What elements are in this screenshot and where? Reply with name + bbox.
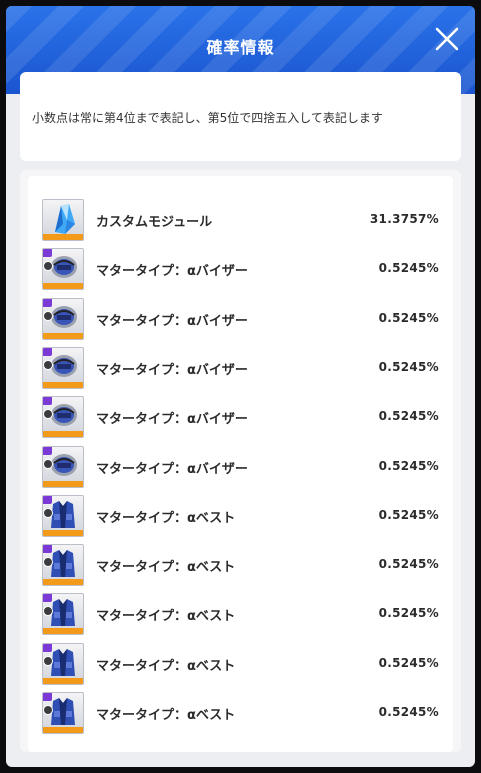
- item-name: マタータイプ：αバイザー: [96, 461, 248, 477]
- vest-icon: [42, 544, 84, 587]
- visor-icon: [42, 396, 84, 439]
- item-rate: 0.5245%: [378, 606, 439, 621]
- item-name: マタータイプ：αベスト: [96, 708, 236, 723]
- item-name: マタータイプ：αバイザー: [96, 362, 248, 378]
- rarity-bar: [43, 332, 83, 339]
- grade-badge-icon: [43, 693, 52, 701]
- list-item: マタータイプ：αベスト 0.5245%: [28, 592, 453, 641]
- item-rate: 0.5245%: [378, 261, 439, 276]
- list-item: マタータイプ：αベスト 0.5245%: [28, 691, 453, 740]
- list-item: マタータイプ：αバイザー 0.5245%: [28, 445, 453, 494]
- item-rate: 0.5245%: [378, 310, 439, 325]
- item-rate: 0.5245%: [378, 507, 439, 522]
- gear-icon: [43, 507, 53, 518]
- list-item: マタータイプ：αベスト 0.5245%: [28, 494, 453, 543]
- item-name: カスタムモジュール: [96, 215, 213, 230]
- item-rate: 0.5245%: [378, 458, 439, 473]
- gear-icon: [43, 310, 53, 321]
- grade-badge-icon: [43, 545, 52, 554]
- probability-list-panel[interactable]: カスタムモジュール 31.3757% マタータイプ：αバイザー 0.5245% マタータ…: [20, 170, 461, 752]
- visor-icon: [42, 445, 84, 488]
- list-item: マタータイプ：αバイザー 0.5245%: [28, 346, 453, 395]
- item-rate: 0.5245%: [378, 359, 439, 374]
- rarity-bar: [43, 234, 83, 240]
- rarity-bar: [43, 529, 83, 536]
- rarity-bar: [43, 381, 83, 388]
- visor-icon: [42, 248, 84, 291]
- rarity-bar: [43, 579, 83, 586]
- item-name: マタータイプ：αバイザー: [96, 412, 248, 428]
- grade-badge-icon: [43, 594, 52, 603]
- grade-badge-icon: [43, 298, 52, 307]
- item-name: マタータイプ：αベスト: [96, 658, 236, 674]
- item-rate: 0.5245%: [378, 705, 439, 719]
- rarity-bar: [43, 431, 83, 438]
- rarity-bar: [43, 677, 83, 684]
- list-item: マタータイプ：αベスト 0.5245%: [28, 642, 453, 691]
- rarity-bar: [43, 628, 83, 635]
- item-name: マタータイプ：αベスト: [96, 560, 236, 576]
- grade-badge-icon: [43, 249, 52, 258]
- rarity-bar: [43, 283, 83, 290]
- visor-icon: [42, 346, 84, 389]
- item-rate: 31.3757%: [369, 212, 439, 226]
- vest-icon: [42, 642, 84, 685]
- item-name: マタータイプ：αベスト: [96, 609, 236, 625]
- grade-badge-icon: [43, 397, 52, 406]
- item-rate: 0.5245%: [378, 655, 439, 670]
- grade-badge-icon: [43, 347, 52, 356]
- item-rate: 0.5245%: [378, 409, 439, 424]
- close-icon: [435, 27, 459, 51]
- crystal-module-icon: [42, 199, 84, 241]
- gear-icon: [43, 705, 53, 715]
- notice-box: 小数点は常に第4位まで表記し、第5位で四捨五入して表記します: [20, 72, 461, 161]
- list-item: マタータイプ：αバイザー 0.5245%: [28, 247, 453, 296]
- vest-icon: [42, 692, 84, 734]
- rarity-bar: [43, 727, 83, 733]
- grade-badge-icon: [43, 495, 52, 504]
- grade-badge-icon: [43, 643, 52, 652]
- item-name: マタータイプ：αバイザー: [96, 313, 248, 329]
- list-item: カスタムモジュール 31.3757%: [28, 198, 453, 247]
- item-rate: 0.5245%: [378, 557, 439, 572]
- vest-icon: [42, 494, 84, 537]
- notice-text: 小数点は常に第4位まで表記し、第5位で四捨五入して表記します: [32, 111, 383, 125]
- list-item: マタータイプ：αバイザー 0.5245%: [28, 297, 453, 346]
- gear-icon: [43, 655, 53, 666]
- list-item: マタータイプ：αベスト 0.5245%: [28, 543, 453, 592]
- dialog-title: 確率情報: [206, 38, 275, 57]
- rarity-bar: [43, 480, 83, 487]
- probability-dialog: 確率情報 小数点は常に第4位まで表記し、第5位で四捨五入して表記します カスタム…: [6, 6, 475, 767]
- vest-icon: [42, 593, 84, 636]
- grade-badge-icon: [43, 446, 52, 455]
- list-item: マタータイプ：αバイザー 0.5245%: [28, 395, 453, 444]
- close-button[interactable]: [432, 24, 462, 54]
- gear-icon: [43, 359, 53, 370]
- gear-icon: [43, 458, 53, 469]
- visor-icon: [42, 297, 84, 340]
- item-name: マタータイプ：αベスト: [96, 510, 236, 526]
- probability-list[interactable]: カスタムモジュール 31.3757% マタータイプ：αバイザー 0.5245% マタータ…: [28, 176, 453, 752]
- item-name: マタータイプ：αバイザー: [96, 264, 248, 280]
